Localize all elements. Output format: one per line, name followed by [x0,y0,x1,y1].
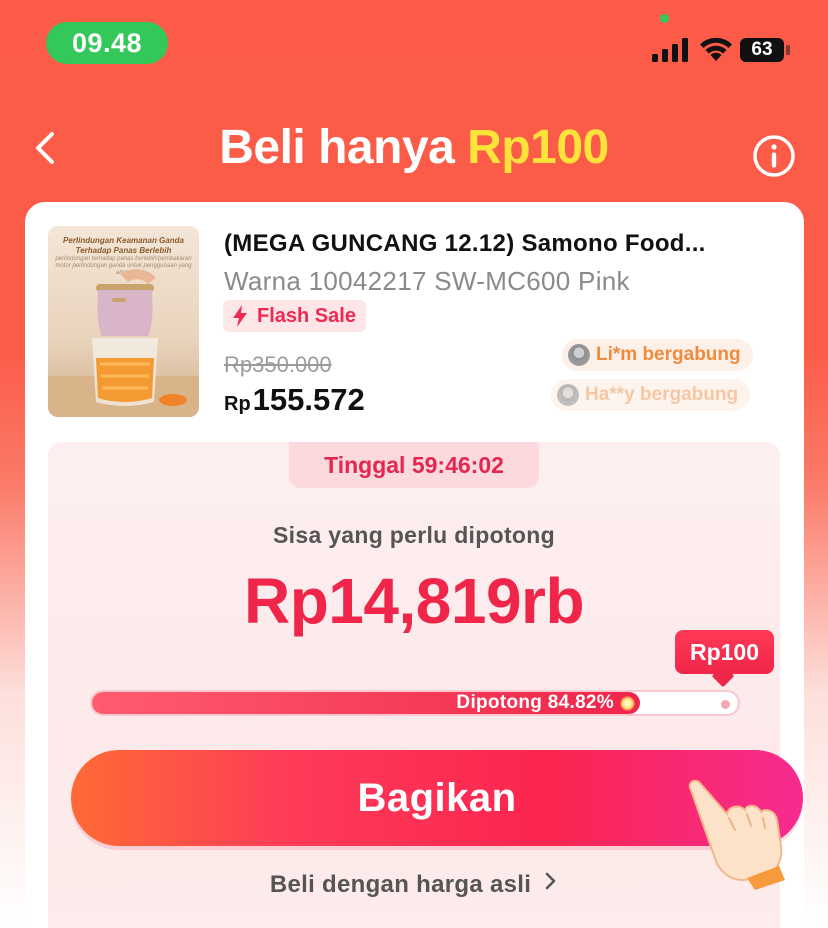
cellular-signal-icon [652,38,688,62]
status-time: 09.48 [46,22,168,64]
remaining-amount: Rp14,819rb [243,565,585,637]
remaining-label: Sisa yang perlu dipotong [273,522,555,548]
food-chopper-illustration [48,269,199,417]
sale-price: Rp 155.572 [224,382,365,418]
countdown-timer: Tinggal 59:46:02 [289,442,539,488]
joined-text: Ha**y bergabung [585,384,739,405]
battery-icon: 63 [740,37,790,63]
status-bar: 09.48 63 [0,0,828,90]
product-variant: Warna 10042217 SW-MC600 Pink [224,266,630,296]
flash-sale-badge: Flash Sale [223,300,366,332]
sale-price-amount: 155.572 [252,382,365,417]
title-price: Rp100 [467,121,609,174]
original-price: Rp350.000 [224,352,332,377]
buy-original-label: Beli dengan harga asli [269,870,532,898]
progress-label: Dipotong 84.82% [456,692,614,713]
product-title[interactable]: (MEGA GUNCANG 12.12) Samono Food... [224,230,784,258]
progress-glow [620,696,635,711]
privacy-indicator [660,14,669,23]
title-prefix: Beli hanya [219,121,468,174]
bargain-panel: Tinggal 59:46:02 Sisa yang perlu dipoton… [48,442,803,928]
joined-notice: Ha**y bergabung [551,379,751,411]
progress-end-dot [721,700,730,709]
product-image[interactable]: Perlindungan Keamanan Ganda Terhadap Pan… [48,226,199,417]
wifi-icon [700,37,732,61]
chevron-right-icon [545,872,556,890]
flash-sale-label: Flash Sale [257,304,356,327]
page-title: Beli hanya Rp100 [0,120,828,175]
pointing-hand-icon [688,779,785,890]
avatar [568,344,590,366]
joined-notice: Li*m bergabung [562,339,753,371]
battery-level: 63 [751,39,773,60]
bargain-progress-bar: Dipotong 84.82% [90,690,740,716]
buy-original-price-link[interactable]: Beli dengan harga asli [48,870,780,899]
joined-text: Li*m bergabung [596,344,741,365]
avatar [557,384,579,406]
lightning-icon [233,305,247,327]
info-circle-icon[interactable] [752,134,796,178]
header-bar: Beli hanya Rp100 [0,110,828,190]
sale-price-currency: Rp [224,393,251,415]
